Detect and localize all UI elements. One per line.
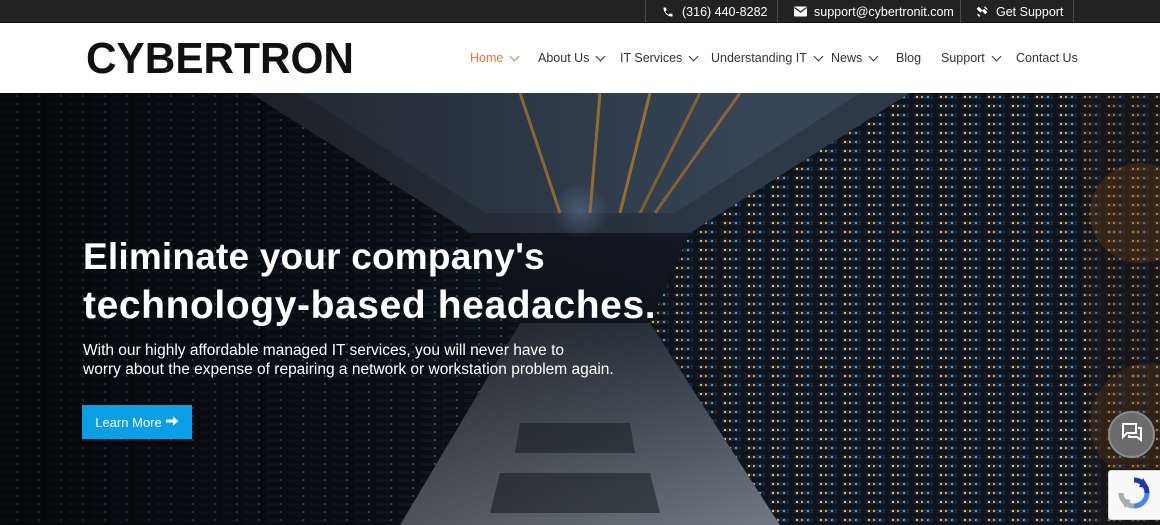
phone-link[interactable]: (316) 440-8282 [661,0,767,23]
phone-number: (316) 440-8282 [682,4,768,19]
get-support-link[interactable]: Get Support [975,0,1063,23]
nav-blog[interactable]: Blog [896,23,921,93]
nav-about-us-label: About Us [538,51,590,65]
arrow-right-icon [165,415,179,429]
nav-contact-us-label: Contact Us [1016,51,1078,65]
get-support-label: Get Support [996,4,1064,19]
nav-understanding-it[interactable]: Understanding IT [711,23,824,93]
nav-about-us[interactable]: About Us [538,23,606,93]
hero-headline-line1: Eliminate your company's [83,236,545,277]
nav-support-label: Support [941,51,985,65]
topbar-divider [777,0,778,23]
hero-subtitle-line1: With our highly affordable managed IT se… [83,342,565,359]
phone-icon [661,5,675,19]
nav-blog-label: Blog [896,51,922,65]
email-address: support@cybertronit.com [814,4,954,19]
chat-widget-button[interactable] [1108,411,1155,458]
chevron-down-icon [509,51,520,61]
topbar-divider [645,0,646,23]
nav-it-services-label: IT Services [620,51,683,65]
nav-understanding-it-label: Understanding IT [711,51,807,65]
nav-news[interactable]: News [831,23,879,93]
nav-home[interactable]: Home [470,23,520,93]
hero-headline: Eliminate your company's technology-base… [83,232,656,330]
chevron-down-icon [595,51,606,61]
topbar-divider [1073,0,1074,23]
learn-more-label: Learn More [95,414,162,430]
hero-section: Eliminate your company's technology-base… [0,93,1160,525]
email-link[interactable]: support@cybertronit.com [793,0,954,23]
nav-home-label: Home [470,51,504,65]
logo-text: CYBERTRON [86,38,354,78]
learn-more-button[interactable]: Learn More [82,405,192,439]
site-header: CYBERTRON Home About Us IT Services Unde… [0,23,1160,93]
hero-headline-line2: technology-based headaches. [83,284,657,327]
topbar-divider [960,0,961,23]
chevron-down-icon [868,51,879,61]
recaptcha-icon [1117,476,1151,515]
tools-icon [975,5,989,19]
hero-subtitle: With our highly affordable managed IT se… [83,341,643,379]
nav-support[interactable]: Support [941,23,1002,93]
hero-subtitle-line2: worry about the expense of repairing a n… [83,361,614,378]
chevron-down-icon [991,51,1002,61]
top-contact-bar: (316) 440-8282 support@cybertronit.com G… [0,0,1160,23]
nav-it-services[interactable]: IT Services [620,23,699,93]
chat-icon [1121,422,1143,447]
nav-contact-us[interactable]: Contact Us [1016,23,1078,93]
cybertron-logo[interactable]: CYBERTRON [86,38,354,78]
chevron-down-icon [688,51,699,61]
recaptcha-badge[interactable] [1108,470,1160,520]
envelope-icon [793,5,807,19]
nav-news-label: News [831,51,863,65]
chevron-down-icon [813,51,824,61]
